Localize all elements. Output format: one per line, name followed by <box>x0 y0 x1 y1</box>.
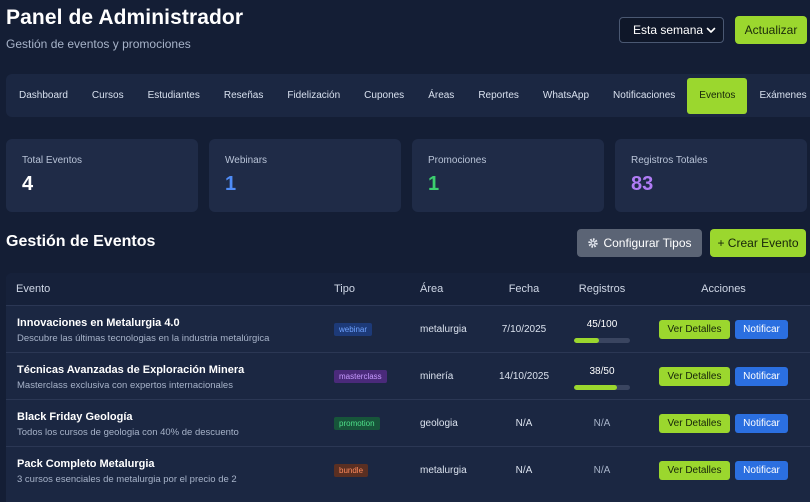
type-badge: promotion <box>334 417 380 430</box>
configure-types-button[interactable]: Configurar Tipos <box>577 229 702 257</box>
page-title: Panel de Administrador <box>6 6 244 29</box>
col-area: Área <box>420 283 444 295</box>
event-name: Técnicas Avanzadas de Exploración Minera <box>17 364 245 376</box>
event-description: Masterclass exclusiva con expertos inter… <box>17 380 233 391</box>
event-area: metalurgia <box>420 324 467 335</box>
configure-types-label: Configurar Tipos <box>603 236 692 250</box>
tab-whatsapp[interactable]: WhatsApp <box>531 78 601 114</box>
event-area: geologia <box>420 418 458 429</box>
tab-notificaciones[interactable]: Notificaciones <box>601 78 687 114</box>
col-tipo: Tipo <box>334 283 355 295</box>
event-date: N/A <box>515 418 533 429</box>
tab-cupones[interactable]: Cupones <box>352 78 416 114</box>
type-badge: bundle <box>334 464 369 477</box>
section-title: Gestión de Eventos <box>6 233 156 250</box>
notify-button[interactable]: Notificar <box>735 320 788 339</box>
create-event-button[interactable]: + Crear Evento <box>710 229 806 257</box>
event-area: minería <box>420 371 454 382</box>
table-row: Innovaciones en Metalurgia 4.0 Descubre … <box>6 305 810 352</box>
registrations-count: N/A <box>593 465 611 476</box>
registrations-count: 45/100 <box>586 319 618 330</box>
period-select-value: Esta semana <box>633 23 704 37</box>
stat-label: Webinars <box>225 155 268 166</box>
registrations-count: N/A <box>593 418 611 429</box>
stat-card-registros-totales: Registros Totales 83 <box>615 139 807 212</box>
stat-label: Total Eventos <box>22 155 83 166</box>
tab-resenas[interactable]: Reseñas <box>212 78 275 114</box>
type-badge: webinar <box>334 323 373 336</box>
tab-examenes[interactable]: Exámenes <box>747 78 810 114</box>
chevron-down-icon <box>706 27 716 33</box>
event-description: Descubre las últimas tecnologias en la i… <box>17 333 270 344</box>
stat-label: Promociones <box>428 155 487 166</box>
table-row: Técnicas Avanzadas de Exploración Minera… <box>6 352 810 399</box>
registrations-count: 38/50 <box>589 366 615 377</box>
registrations-progress-bar <box>574 385 630 390</box>
table-row: Black Friday Geología Todos los cursos d… <box>6 399 810 446</box>
stat-value: 1 <box>225 173 237 195</box>
notify-button[interactable]: Notificar <box>735 414 788 433</box>
view-details-button[interactable]: Ver Detalles <box>659 367 730 386</box>
gear-icon <box>588 238 599 248</box>
event-description: 3 cursos esenciales de metalurgia por el… <box>17 474 237 485</box>
view-details-button[interactable]: Ver Detalles <box>659 461 730 480</box>
stat-card-webinars: Webinars 1 <box>209 139 401 212</box>
tab-fidelizacion[interactable]: Fidelización <box>275 78 352 114</box>
tab-estudiantes[interactable]: Estudiantes <box>136 78 212 114</box>
col-acciones: Acciones <box>701 283 746 295</box>
col-fecha: Fecha <box>508 283 540 295</box>
stat-value: 83 <box>631 173 654 195</box>
event-date: 14/10/2025 <box>498 371 550 382</box>
notify-button[interactable]: Notificar <box>735 461 788 480</box>
nav-tabs: Dashboard Cursos Estudiantes Reseñas Fid… <box>6 74 810 117</box>
page-subtitle: Gestión de eventos y promociones <box>6 37 191 51</box>
col-registros: Registros <box>578 283 626 295</box>
event-name: Innovaciones en Metalurgia 4.0 <box>17 317 180 329</box>
page-header: Panel de Administrador Gestión de evento… <box>6 6 243 51</box>
table-row: Pack Completo Metalurgia 3 cursos esenci… <box>6 446 810 493</box>
tab-dashboard[interactable]: Dashboard <box>7 78 80 114</box>
tab-eventos[interactable]: Eventos <box>687 77 748 114</box>
event-name: Pack Completo Metalurgia <box>17 458 155 470</box>
view-details-button[interactable]: Ver Detalles <box>659 414 730 433</box>
event-name: Black Friday Geología <box>17 411 133 423</box>
stat-card-total-eventos: Total Eventos 4 <box>6 139 198 212</box>
refresh-button[interactable]: Actualizar <box>735 16 807 44</box>
table-header: Evento Tipo Área Fecha Registros Accione… <box>6 273 810 305</box>
tab-areas[interactable]: Áreas <box>416 78 466 114</box>
period-select[interactable]: Esta semana <box>619 17 724 43</box>
col-evento: Evento <box>16 283 51 295</box>
stat-label: Registros Totales <box>631 155 708 166</box>
progress-fill <box>574 385 617 390</box>
notify-button[interactable]: Notificar <box>735 367 788 386</box>
tab-cursos[interactable]: Cursos <box>80 78 136 114</box>
type-badge: masterclass <box>334 370 387 383</box>
event-date: 7/10/2025 <box>501 324 547 335</box>
events-table: Evento Tipo Área Fecha Registros Accione… <box>6 273 810 502</box>
event-date: N/A <box>515 465 533 476</box>
event-area: metalurgia <box>420 465 467 476</box>
stat-card-promociones: Promociones 1 <box>412 139 604 212</box>
tab-reportes[interactable]: Reportes <box>466 78 531 114</box>
stat-value: 4 <box>22 173 34 195</box>
stat-value: 1 <box>428 173 440 195</box>
registrations-progress-bar <box>574 338 630 343</box>
progress-fill <box>574 338 600 343</box>
view-details-button[interactable]: Ver Detalles <box>659 320 730 339</box>
event-description: Todos los cursos de geologia con 40% de … <box>17 427 239 438</box>
